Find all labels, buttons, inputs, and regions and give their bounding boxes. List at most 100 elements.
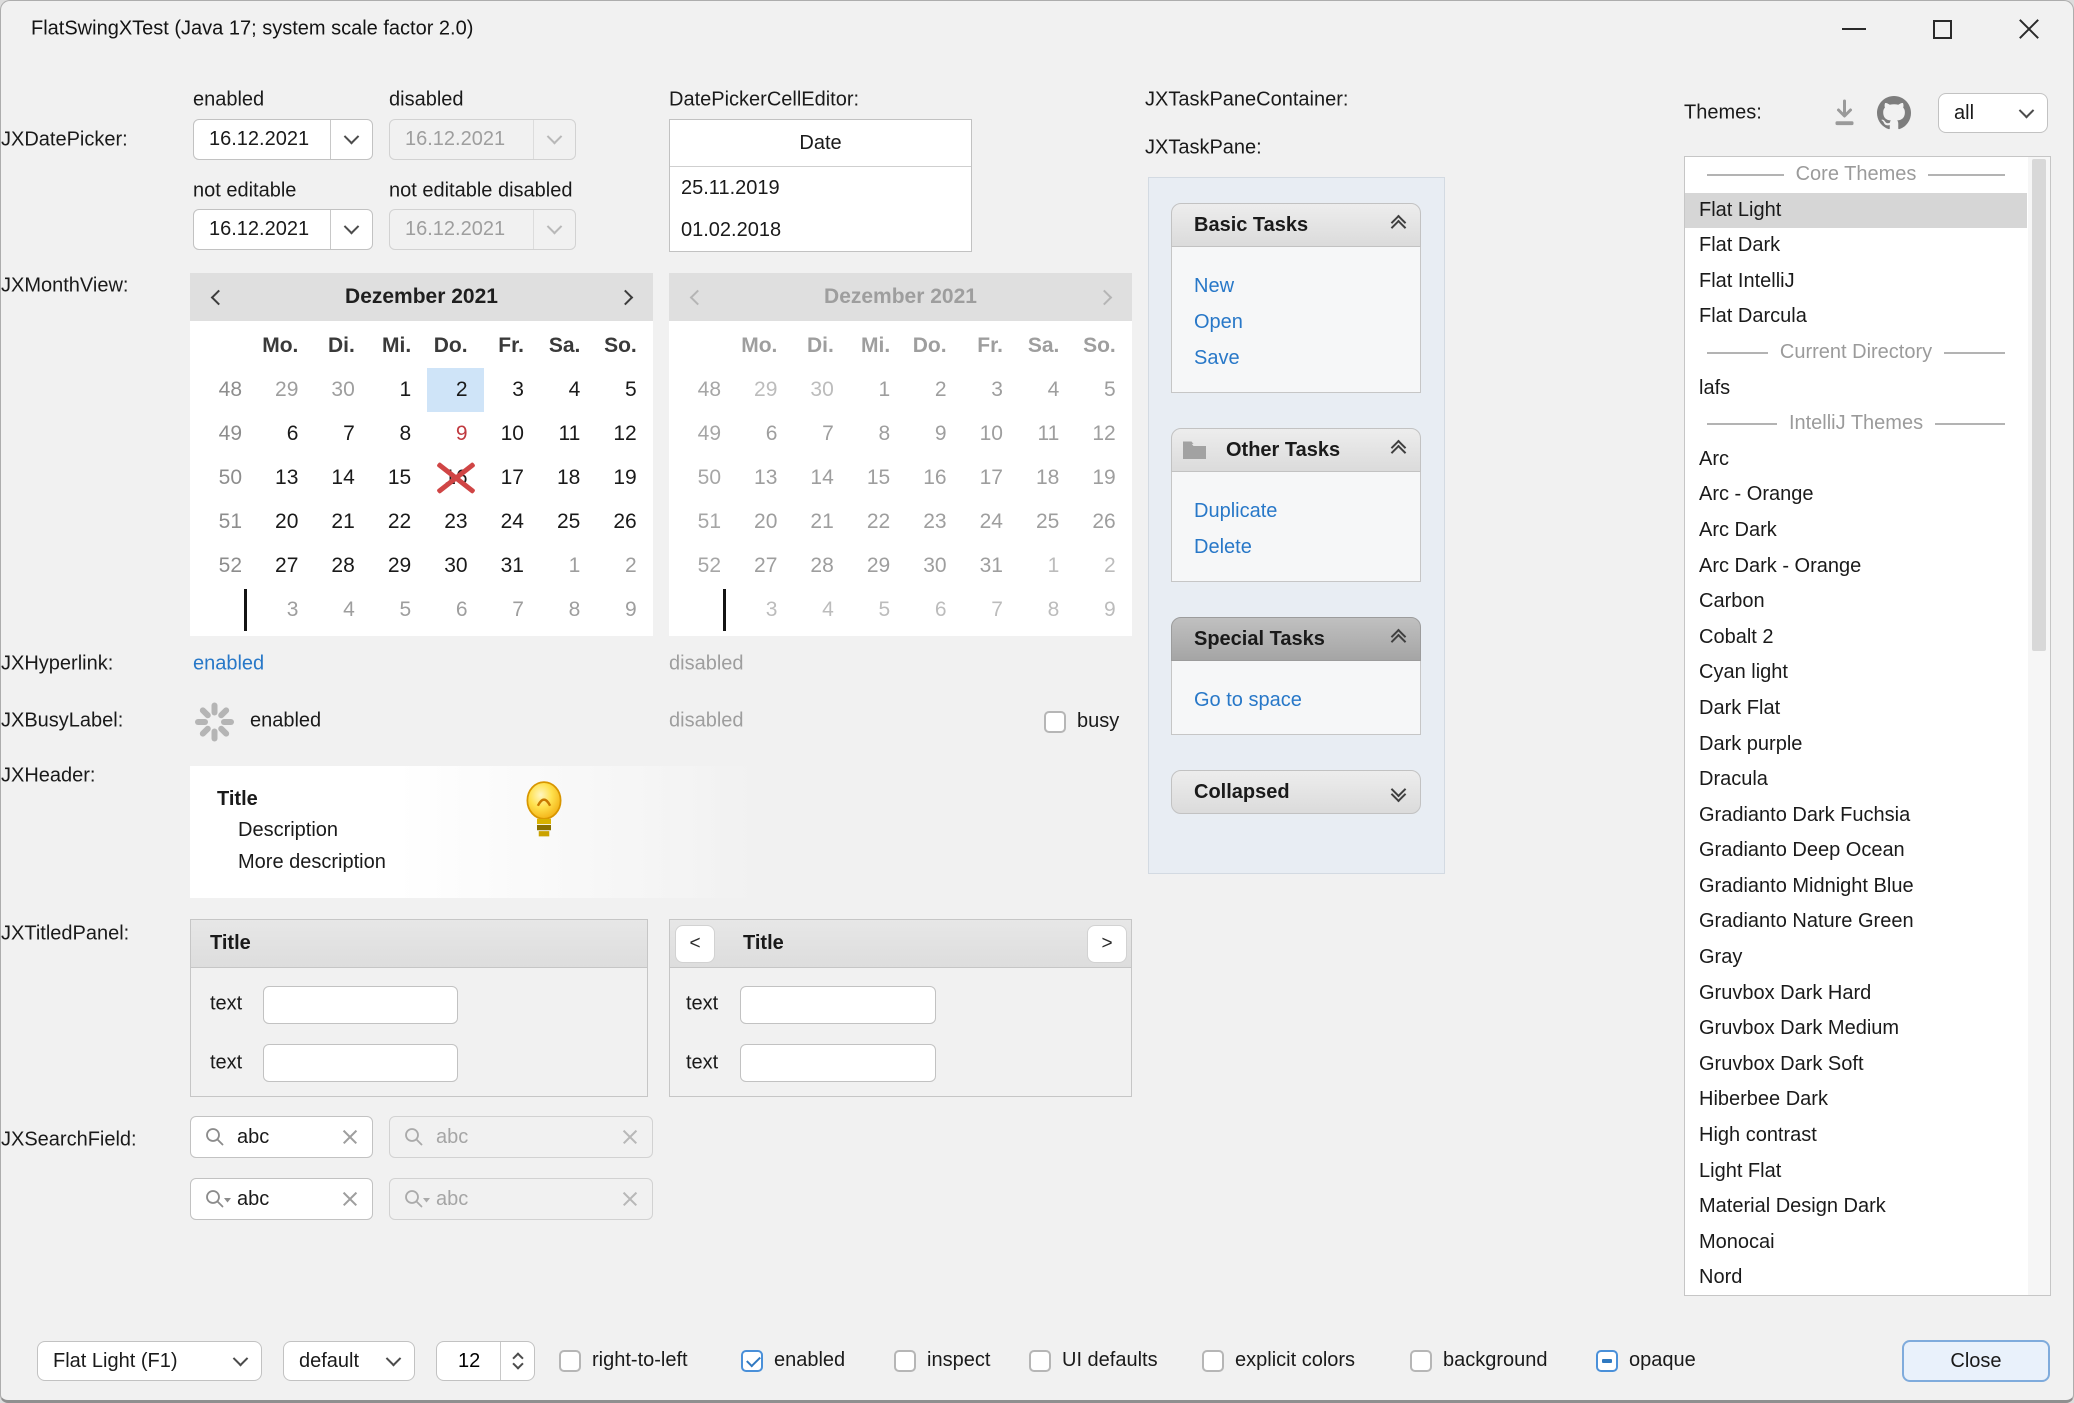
text-field[interactable] — [740, 1044, 936, 1082]
theme-list-item[interactable]: Flat Darcula — [1685, 299, 2027, 335]
task-link[interactable]: Duplicate — [1194, 493, 1420, 529]
calendar-day[interactable]: 6 — [427, 588, 483, 632]
themes-scrollbar[interactable] — [2028, 157, 2050, 1295]
checkbox-box[interactable] — [1044, 711, 1066, 733]
table-column-header[interactable]: Date — [670, 120, 971, 167]
theme-list-item[interactable]: Cobalt 2 — [1685, 620, 2027, 656]
theme-list-item[interactable]: Arc — [1685, 442, 2027, 478]
checkbox-box[interactable] — [1410, 1350, 1432, 1372]
calendar-day[interactable]: 29 — [371, 544, 427, 588]
hyperlink-enabled[interactable]: enabled — [193, 653, 264, 676]
maximize-button[interactable] — [1910, 1, 1974, 57]
task-link[interactable]: Open — [1194, 304, 1420, 340]
checkbox-opaque[interactable]: opaque — [1596, 1349, 1696, 1372]
theme-list-item[interactable]: Gradianto Nature Green — [1685, 904, 2027, 940]
calendar-day[interactable]: 15 — [371, 456, 427, 500]
collapse-icon[interactable] — [1393, 631, 1404, 647]
expand-icon[interactable] — [1393, 784, 1404, 800]
checkbox-enabled[interactable]: enabled — [741, 1349, 845, 1372]
calendar-day[interactable]: 4 — [314, 588, 370, 632]
calendar-day[interactable]: 9 — [427, 412, 483, 456]
laf-combobox[interactable]: Flat Light (F1) — [37, 1341, 262, 1381]
task-link[interactable]: Go to space — [1194, 682, 1420, 718]
calendar-day[interactable]: 23 — [427, 500, 483, 544]
theme-list-item[interactable]: Monocai — [1685, 1225, 2027, 1261]
checkbox-inspect[interactable]: inspect — [894, 1349, 990, 1372]
search-field-dropdown-enabled[interactable]: abc — [190, 1178, 373, 1220]
calendar-day[interactable]: 13 — [258, 456, 314, 500]
task-link[interactable]: New — [1194, 268, 1420, 304]
calendar-day[interactable]: 6 — [258, 412, 314, 456]
calendar-day[interactable]: 2 — [596, 544, 652, 588]
theme-list-item[interactable]: Hiberbee Dark — [1685, 1082, 2027, 1118]
calendar-day[interactable]: 14 — [314, 456, 370, 500]
font-size-spinner[interactable]: 12 — [436, 1341, 535, 1381]
next-month-button[interactable] — [615, 287, 635, 307]
theme-list-item[interactable]: Gray — [1685, 940, 2027, 976]
theme-list-item[interactable]: Dracula — [1685, 762, 2027, 798]
spinner-value[interactable]: 12 — [437, 1342, 500, 1380]
calendar-day[interactable]: 20 — [258, 500, 314, 544]
scrollbar-thumb[interactable] — [2032, 159, 2046, 651]
titledpanel-next-button[interactable]: > — [1087, 925, 1127, 963]
calendar-day[interactable]: 24 — [484, 500, 540, 544]
calendar-day[interactable]: 8 — [540, 588, 596, 632]
taskpane-header[interactable]: Basic Tasks — [1171, 203, 1421, 247]
calendar-day[interactable]: 31 — [484, 544, 540, 588]
task-link[interactable]: Delete — [1194, 529, 1420, 565]
checkbox-box[interactable] — [1029, 1350, 1051, 1372]
calendar-day[interactable]: 26 — [596, 500, 652, 544]
theme-list-item[interactable]: Gruvbox Dark Medium — [1685, 1011, 2027, 1047]
close-button[interactable]: Close — [1902, 1340, 2050, 1382]
theme-list-item[interactable]: Arc Dark — [1685, 513, 2027, 549]
collapse-icon[interactable] — [1393, 442, 1404, 458]
theme-list-item[interactable]: Gruvbox Dark Hard — [1685, 976, 2027, 1012]
theme-list-item[interactable]: Flat Dark — [1685, 228, 2027, 264]
theme-list-item[interactable]: Dark Flat — [1685, 691, 2027, 727]
calendar-day[interactable]: 29 — [258, 368, 314, 412]
calendar-day[interactable]: 12 — [596, 412, 652, 456]
theme-list-item[interactable]: Gruvbox Dark Soft — [1685, 1047, 2027, 1083]
calendar-day[interactable]: 9 — [596, 588, 652, 632]
themes-filter-combobox[interactable]: all — [1938, 93, 2048, 133]
spinner-buttons[interactable] — [500, 1342, 534, 1380]
theme-list-item[interactable]: Arc Dark - Orange — [1685, 549, 2027, 585]
checkbox-box[interactable] — [1596, 1350, 1618, 1372]
calendar-day[interactable]: 17 — [484, 456, 540, 500]
titledpanel-prev-button[interactable]: < — [675, 925, 715, 963]
clear-icon[interactable] — [341, 1190, 359, 1208]
checkbox-box[interactable] — [894, 1350, 916, 1372]
theme-list-item[interactable]: Material Design Dark — [1685, 1189, 2027, 1225]
checkbox-box[interactable] — [559, 1350, 581, 1372]
busy-checkbox[interactable]: busy — [1044, 710, 1119, 733]
calendar-day[interactable]: 4 — [540, 368, 596, 412]
calendar-day[interactable]: 11 — [540, 412, 596, 456]
prev-month-button[interactable] — [208, 287, 228, 307]
checkbox-explicit-colors[interactable]: explicit colors — [1202, 1349, 1355, 1372]
theme-list-item[interactable]: Carbon — [1685, 584, 2027, 620]
theme-list-item[interactable]: Arc - Orange — [1685, 477, 2027, 513]
calendar-day[interactable]: 19 — [596, 456, 652, 500]
theme-list-item[interactable]: Flat Light — [1685, 193, 2027, 229]
theme-list-item[interactable]: lafs — [1685, 371, 2027, 407]
close-window-button[interactable] — [1997, 1, 2061, 57]
calendar-day[interactable]: 18 — [540, 456, 596, 500]
checkbox-box[interactable] — [1202, 1350, 1224, 1372]
style-combobox[interactable]: default — [283, 1341, 415, 1381]
taskpane-header[interactable]: Other Tasks — [1171, 428, 1421, 472]
taskpane-header[interactable]: Special Tasks — [1171, 617, 1421, 661]
calendar-day[interactable]: 27 — [258, 544, 314, 588]
task-link[interactable]: Save — [1194, 340, 1420, 376]
table-row[interactable]: 01.02.2018 — [670, 209, 971, 251]
calendar-day[interactable]: 30 — [427, 544, 483, 588]
text-field[interactable] — [740, 986, 936, 1024]
calendar-day[interactable]: 30 — [314, 368, 370, 412]
theme-list-item[interactable]: High contrast — [1685, 1118, 2027, 1154]
text-field[interactable] — [263, 986, 458, 1024]
calendar-day[interactable]: 28 — [314, 544, 370, 588]
github-icon[interactable] — [1877, 96, 1911, 130]
theme-list-item[interactable]: Gradianto Deep Ocean — [1685, 833, 2027, 869]
calendar-day[interactable]: 10 — [484, 412, 540, 456]
checkbox-box[interactable] — [741, 1350, 763, 1372]
datepicker-dropdown-button[interactable] — [330, 120, 372, 159]
